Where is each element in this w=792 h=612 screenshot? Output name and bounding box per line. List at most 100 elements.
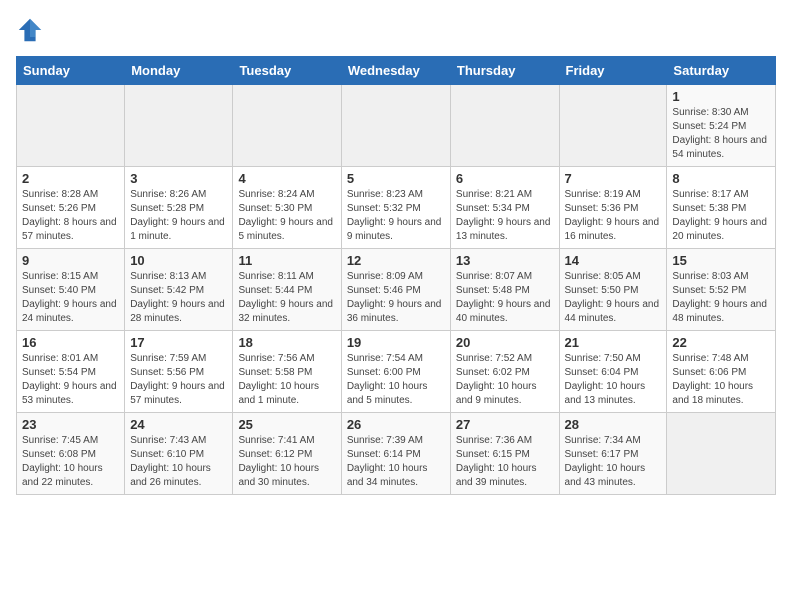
calendar-cell: 23 Sunrise: 7:45 AM Sunset: 6:08 PM Dayli… bbox=[17, 413, 125, 495]
calendar-week-row: 9 Sunrise: 8:15 AM Sunset: 5:40 PM Daylig… bbox=[17, 249, 776, 331]
calendar-cell: 3 Sunrise: 8:26 AM Sunset: 5:28 PM Daylig… bbox=[125, 167, 233, 249]
calendar-cell: 25 Sunrise: 7:41 AM Sunset: 6:12 PM Dayli… bbox=[233, 413, 341, 495]
day-detail: Sunrise: 8:23 AM Sunset: 5:32 PM Dayligh… bbox=[347, 188, 445, 244]
day-detail: Sunrise: 7:41 AM Sunset: 6:12 PM Dayligh… bbox=[238, 434, 335, 490]
day-detail: Sunrise: 8:24 AM Sunset: 5:30 PM Dayligh… bbox=[238, 188, 335, 244]
calendar-cell: 5 Sunrise: 8:23 AM Sunset: 5:32 PM Daylig… bbox=[341, 167, 450, 249]
calendar-cell: 4 Sunrise: 8:24 AM Sunset: 5:30 PM Daylig… bbox=[233, 167, 341, 249]
day-detail: Sunrise: 7:50 AM Sunset: 6:04 PM Dayligh… bbox=[565, 352, 662, 408]
calendar-cell bbox=[17, 85, 125, 167]
calendar-cell: 14 Sunrise: 8:05 AM Sunset: 5:50 PM Dayli… bbox=[559, 249, 667, 331]
day-number: 18 bbox=[238, 335, 335, 350]
day-number: 15 bbox=[672, 253, 770, 268]
day-number: 1 bbox=[672, 89, 770, 104]
weekday-header: Thursday bbox=[450, 57, 559, 85]
day-number: 19 bbox=[347, 335, 445, 350]
calendar-cell: 15Sunrise: 8:03 AM Sunset: 5:52 PM Dayli… bbox=[667, 249, 776, 331]
calendar-cell: 28Sunrise: 7:34 AM Sunset: 6:17 PM Dayli… bbox=[559, 413, 667, 495]
day-number: 11 bbox=[238, 253, 335, 268]
day-detail: Sunrise: 8:15 AM Sunset: 5:40 PM Dayligh… bbox=[22, 270, 119, 326]
day-detail: Sunrise: 8:30 AM Sunset: 5:24 PM Dayligh… bbox=[672, 106, 770, 162]
day-detail: Sunrise: 7:59 AM Sunset: 5:56 PM Dayligh… bbox=[130, 352, 227, 408]
day-number: 26 bbox=[347, 417, 445, 432]
calendar-cell: 24Sunrise: 7:43 AM Sunset: 6:10 PM Dayli… bbox=[125, 413, 233, 495]
day-detail: Sunrise: 7:45 AM Sunset: 6:08 PM Dayligh… bbox=[22, 434, 119, 490]
day-number: 22 bbox=[672, 335, 770, 350]
day-number: 3 bbox=[130, 171, 227, 186]
weekday-header: Sunday bbox=[17, 57, 125, 85]
calendar-cell: 6 Sunrise: 8:21 AM Sunset: 5:34 PM Daylig… bbox=[450, 167, 559, 249]
calendar-cell: 22 Sunrise: 7:48 AM Sunset: 6:06 PM Dayli… bbox=[667, 331, 776, 413]
weekday-header: Tuesday bbox=[233, 57, 341, 85]
logo-icon bbox=[16, 16, 44, 44]
calendar-cell bbox=[341, 85, 450, 167]
calendar-cell: 16 Sunrise: 8:01 AM Sunset: 5:54 PM Dayli… bbox=[17, 331, 125, 413]
calendar-cell: 19 Sunrise: 7:54 AM Sunset: 6:00 PM Dayli… bbox=[341, 331, 450, 413]
day-detail: Sunrise: 7:52 AM Sunset: 6:02 PM Dayligh… bbox=[456, 352, 554, 408]
calendar-cell: 1 Sunrise: 8:30 AM Sunset: 5:24 PM Daylig… bbox=[667, 85, 776, 167]
weekday-header: Friday bbox=[559, 57, 667, 85]
day-detail: Sunrise: 8:26 AM Sunset: 5:28 PM Dayligh… bbox=[130, 188, 227, 244]
day-detail: Sunrise: 8:05 AM Sunset: 5:50 PM Dayligh… bbox=[565, 270, 662, 326]
day-detail: Sunrise: 8:13 AM Sunset: 5:42 PM Dayligh… bbox=[130, 270, 227, 326]
calendar-cell: 20 Sunrise: 7:52 AM Sunset: 6:02 PM Dayli… bbox=[450, 331, 559, 413]
calendar-week-row: 23 Sunrise: 7:45 AM Sunset: 6:08 PM Dayli… bbox=[17, 413, 776, 495]
calendar-cell: 21 Sunrise: 7:50 AM Sunset: 6:04 PM Dayli… bbox=[559, 331, 667, 413]
calendar-cell bbox=[450, 85, 559, 167]
day-number: 16 bbox=[22, 335, 119, 350]
weekday-header-row: SundayMondayTuesdayWednesdayThursdayFrid… bbox=[17, 57, 776, 85]
day-number: 12 bbox=[347, 253, 445, 268]
day-number: 2 bbox=[22, 171, 119, 186]
calendar-week-row: 1 Sunrise: 8:30 AM Sunset: 5:24 PM Daylig… bbox=[17, 85, 776, 167]
day-number: 17 bbox=[130, 335, 227, 350]
calendar-cell: 26 Sunrise: 7:39 AM Sunset: 6:14 PM Dayli… bbox=[341, 413, 450, 495]
day-detail: Sunrise: 8:07 AM Sunset: 5:48 PM Dayligh… bbox=[456, 270, 554, 326]
day-detail: Sunrise: 7:56 AM Sunset: 5:58 PM Dayligh… bbox=[238, 352, 335, 408]
calendar-cell: 8 Sunrise: 8:17 AM Sunset: 5:38 PM Daylig… bbox=[667, 167, 776, 249]
day-detail: Sunrise: 8:09 AM Sunset: 5:46 PM Dayligh… bbox=[347, 270, 445, 326]
day-detail: Sunrise: 7:39 AM Sunset: 6:14 PM Dayligh… bbox=[347, 434, 445, 490]
day-number: 4 bbox=[238, 171, 335, 186]
weekday-header: Monday bbox=[125, 57, 233, 85]
calendar-cell: 11Sunrise: 8:11 AM Sunset: 5:44 PM Dayli… bbox=[233, 249, 341, 331]
day-number: 5 bbox=[347, 171, 445, 186]
day-number: 14 bbox=[565, 253, 662, 268]
calendar-cell bbox=[559, 85, 667, 167]
day-detail: Sunrise: 8:19 AM Sunset: 5:36 PM Dayligh… bbox=[565, 188, 662, 244]
page-header bbox=[16, 16, 776, 44]
calendar-cell: 9 Sunrise: 8:15 AM Sunset: 5:40 PM Daylig… bbox=[17, 249, 125, 331]
day-number: 25 bbox=[238, 417, 335, 432]
calendar-cell: 17 Sunrise: 7:59 AM Sunset: 5:56 PM Dayli… bbox=[125, 331, 233, 413]
calendar-cell bbox=[125, 85, 233, 167]
weekday-header: Saturday bbox=[667, 57, 776, 85]
day-detail: Sunrise: 7:34 AM Sunset: 6:17 PM Dayligh… bbox=[565, 434, 662, 490]
day-detail: Sunrise: 7:36 AM Sunset: 6:15 PM Dayligh… bbox=[456, 434, 554, 490]
day-detail: Sunrise: 8:01 AM Sunset: 5:54 PM Dayligh… bbox=[22, 352, 119, 408]
weekday-header: Wednesday bbox=[341, 57, 450, 85]
day-detail: Sunrise: 7:43 AM Sunset: 6:10 PM Dayligh… bbox=[130, 434, 227, 490]
day-detail: Sunrise: 8:28 AM Sunset: 5:26 PM Dayligh… bbox=[22, 188, 119, 244]
calendar-table: SundayMondayTuesdayWednesdayThursdayFrid… bbox=[16, 56, 776, 495]
day-number: 13 bbox=[456, 253, 554, 268]
calendar-cell bbox=[233, 85, 341, 167]
calendar-cell: 10 Sunrise: 8:13 AM Sunset: 5:42 PM Dayli… bbox=[125, 249, 233, 331]
calendar-cell: 2 Sunrise: 8:28 AM Sunset: 5:26 PM Daylig… bbox=[17, 167, 125, 249]
day-number: 21 bbox=[565, 335, 662, 350]
day-detail: Sunrise: 7:54 AM Sunset: 6:00 PM Dayligh… bbox=[347, 352, 445, 408]
day-number: 6 bbox=[456, 171, 554, 186]
logo bbox=[16, 16, 48, 44]
calendar-week-row: 16 Sunrise: 8:01 AM Sunset: 5:54 PM Dayli… bbox=[17, 331, 776, 413]
day-detail: Sunrise: 8:21 AM Sunset: 5:34 PM Dayligh… bbox=[456, 188, 554, 244]
day-number: 10 bbox=[130, 253, 227, 268]
day-number: 7 bbox=[565, 171, 662, 186]
calendar-cell: 27Sunrise: 7:36 AM Sunset: 6:15 PM Dayli… bbox=[450, 413, 559, 495]
day-number: 20 bbox=[456, 335, 554, 350]
calendar-cell bbox=[667, 413, 776, 495]
calendar-week-row: 2 Sunrise: 8:28 AM Sunset: 5:26 PM Daylig… bbox=[17, 167, 776, 249]
calendar-cell: 18 Sunrise: 7:56 AM Sunset: 5:58 PM Dayli… bbox=[233, 331, 341, 413]
day-detail: Sunrise: 7:48 AM Sunset: 6:06 PM Dayligh… bbox=[672, 352, 770, 408]
day-detail: Sunrise: 8:17 AM Sunset: 5:38 PM Dayligh… bbox=[672, 188, 770, 244]
day-number: 9 bbox=[22, 253, 119, 268]
day-number: 8 bbox=[672, 171, 770, 186]
day-number: 23 bbox=[22, 417, 119, 432]
